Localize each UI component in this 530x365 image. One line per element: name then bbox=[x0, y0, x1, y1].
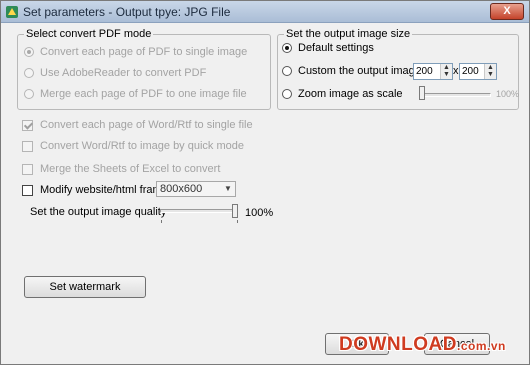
title-bar[interactable]: Set parameters - Output tpye: JPG File X bbox=[1, 1, 529, 23]
size-option-zoom-radio[interactable] bbox=[282, 89, 292, 99]
quality-label: Set the output image quality bbox=[30, 206, 167, 218]
quality-option: Set the output image quality bbox=[30, 206, 166, 218]
height-spinner[interactable]: 200 ▲ ▼ bbox=[459, 63, 497, 80]
size-option-default[interactable]: Default settings bbox=[282, 42, 374, 54]
word-option-quick-label: Convert Word/Rtf to image by quick mode bbox=[40, 140, 244, 152]
zoom-slider-track[interactable] bbox=[419, 93, 491, 97]
frame-size-select[interactable]: 800x600 ▼ bbox=[156, 181, 236, 197]
image-size-title: Set the output image size bbox=[284, 28, 413, 40]
width-spinner[interactable]: 200 ▲ ▼ bbox=[413, 63, 453, 80]
set-watermark-label: Set watermark bbox=[49, 281, 121, 293]
quality-tick-right bbox=[237, 220, 238, 223]
site-watermark-brand: DOWNLOAD bbox=[339, 334, 457, 355]
pdf-option-adobe-label: Use AdobeReader to convert PDF bbox=[40, 67, 207, 79]
window-title: Set parameters - Output tpye: JPG File bbox=[23, 5, 231, 19]
website-frame-option[interactable]: Modify website/html frame bbox=[22, 184, 168, 196]
image-size-group: Set the output image size Default settin… bbox=[277, 28, 520, 110]
site-watermark-suffix: .com.vn bbox=[456, 339, 506, 353]
set-watermark-button[interactable]: Set watermark bbox=[24, 276, 146, 298]
excel-option-merge-checkbox[interactable] bbox=[22, 163, 33, 175]
close-button[interactable]: X bbox=[490, 3, 524, 20]
pdf-option-single-label: Convert each page of PDF to single image bbox=[40, 46, 248, 58]
quality-value: 100% bbox=[245, 207, 274, 219]
size-option-zoom-label: Zoom image as scale bbox=[298, 88, 403, 100]
size-option-zoom[interactable]: Zoom image as scale bbox=[282, 88, 403, 100]
app-icon bbox=[6, 6, 18, 18]
pdf-option-adobe[interactable]: Use AdobeReader to convert PDF bbox=[24, 67, 206, 79]
word-option-quick[interactable]: Convert Word/Rtf to image by quick mode bbox=[22, 140, 244, 152]
size-option-default-radio[interactable] bbox=[282, 43, 292, 53]
word-option-quick-checkbox[interactable] bbox=[22, 140, 33, 152]
width-spin-arrows-icon[interactable]: ▲ ▼ bbox=[440, 64, 452, 79]
word-option-single-label: Convert each page of Word/Rtf to single … bbox=[40, 119, 253, 131]
chevron-down-icon[interactable]: ▼ bbox=[221, 182, 235, 196]
pdf-option-merge-label: Merge each page of PDF to one image file bbox=[40, 88, 247, 100]
pdf-mode-group: Select convert PDF mode Convert each pag… bbox=[17, 28, 271, 110]
frame-size-value: 800x600 bbox=[160, 183, 203, 195]
pdf-option-single-radio[interactable] bbox=[24, 47, 34, 57]
word-option-single-checkbox[interactable] bbox=[22, 119, 33, 131]
word-option-single[interactable]: Convert each page of Word/Rtf to single … bbox=[22, 119, 253, 131]
pdf-option-adobe-radio[interactable] bbox=[24, 68, 34, 78]
zoom-slider-thumb[interactable] bbox=[419, 86, 425, 100]
size-option-custom-radio[interactable] bbox=[282, 66, 292, 76]
pdf-option-merge-radio[interactable] bbox=[24, 89, 34, 99]
quality-slider-track[interactable] bbox=[160, 209, 238, 213]
quality-slider-thumb[interactable] bbox=[232, 204, 238, 218]
excel-option-merge[interactable]: Merge the Sheets of Excel to convert bbox=[22, 163, 220, 175]
website-frame-checkbox[interactable] bbox=[22, 184, 33, 196]
height-spin-arrows-icon[interactable]: ▲ ▼ bbox=[484, 64, 496, 79]
width-value[interactable]: 200 bbox=[414, 66, 440, 77]
close-icon: X bbox=[503, 5, 511, 17]
size-option-default-label: Default settings bbox=[298, 42, 374, 54]
site-watermark: DOWNLOAD.com.vn bbox=[339, 334, 506, 356]
zoom-value: 100% bbox=[496, 89, 520, 99]
excel-option-merge-label: Merge the Sheets of Excel to convert bbox=[40, 163, 221, 175]
pdf-option-merge[interactable]: Merge each page of PDF to one image file bbox=[24, 88, 247, 100]
website-frame-label: Modify website/html frame bbox=[40, 184, 168, 196]
pdf-mode-title: Select convert PDF mode bbox=[24, 28, 154, 40]
dialog-window: Set parameters - Output tpye: JPG File X… bbox=[0, 0, 530, 365]
height-value[interactable]: 200 bbox=[460, 66, 484, 77]
pdf-option-single[interactable]: Convert each page of PDF to single image bbox=[24, 46, 247, 58]
quality-tick-left bbox=[161, 220, 162, 223]
